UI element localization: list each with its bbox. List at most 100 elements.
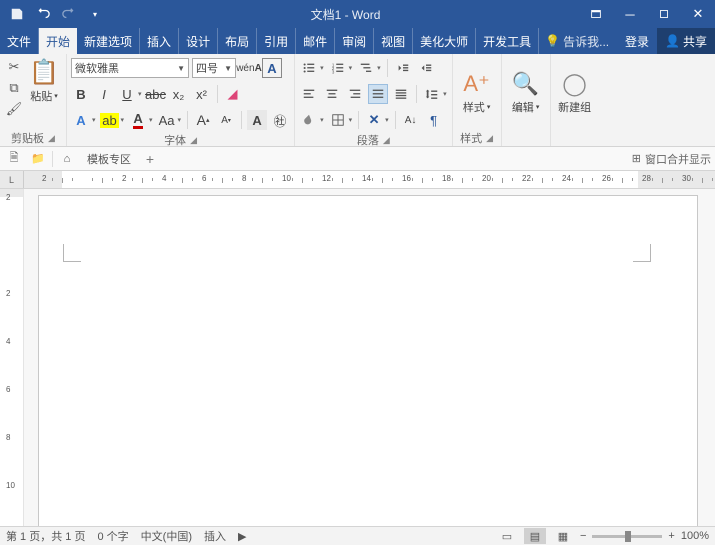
subscript-button[interactable]: x₂ — [169, 84, 189, 104]
chevron-down-icon[interactable]: ▾ — [120, 116, 126, 124]
tab-mailings[interactable]: 邮件 — [296, 28, 335, 54]
cut-icon[interactable]: ✂ — [4, 58, 24, 76]
macro-indicator[interactable]: ▶ — [238, 530, 246, 543]
styles-button[interactable]: A⁺ 样式▾ — [457, 56, 497, 130]
change-case-button[interactable]: Aa — [157, 110, 177, 130]
tab-home[interactable]: 开始 — [39, 28, 77, 54]
tab-design[interactable]: 设计 — [179, 28, 218, 54]
page-area[interactable] — [24, 189, 715, 526]
ruler-scale[interactable]: 224681012141618202224262830 — [24, 171, 715, 188]
align-center-button[interactable] — [322, 84, 342, 104]
align-right-button[interactable] — [345, 84, 365, 104]
show-marks-button[interactable]: ¶ — [424, 110, 444, 130]
chevron-down-icon[interactable]: ▾ — [319, 116, 325, 124]
new-doc-icon[interactable]: 🗎 — [4, 150, 24, 168]
shading-button[interactable] — [299, 110, 319, 130]
tab-references[interactable]: 引用 — [257, 28, 296, 54]
copy-icon[interactable]: ⧉ — [4, 79, 24, 97]
chevron-down-icon[interactable]: ▾ — [376, 64, 382, 72]
phonetic-guide-button[interactable]: wénA — [239, 58, 259, 78]
open-folder-icon[interactable]: 📁 — [28, 150, 48, 168]
read-mode-icon[interactable]: ▭ — [496, 528, 518, 544]
underline-button[interactable]: U — [117, 84, 137, 104]
align-justify-button[interactable] — [368, 84, 388, 104]
ribbon-options-icon[interactable] — [579, 0, 613, 28]
add-tab-icon[interactable]: + — [141, 150, 159, 168]
chevron-down-icon[interactable]: ▾ — [177, 116, 183, 124]
save-icon[interactable] — [6, 3, 28, 25]
chevron-down-icon[interactable]: ▼ — [173, 64, 185, 73]
chevron-down-icon[interactable]: ▾ — [384, 116, 390, 124]
font-name-combo[interactable]: 微软雅黑▼ — [71, 58, 189, 78]
font-size-combo[interactable]: 四号▼ — [192, 58, 236, 78]
chevron-down-icon[interactable]: ▼ — [220, 64, 232, 73]
chevron-down-icon[interactable]: ▾ — [91, 116, 97, 124]
vertical-ruler[interactable]: 2246810 — [0, 189, 24, 526]
tab-file[interactable]: 文件 — [0, 28, 39, 54]
print-layout-icon[interactable]: ▤ — [524, 528, 546, 544]
numbering-button[interactable]: 123 — [328, 58, 348, 78]
tab-review[interactable]: 审阅 — [335, 28, 374, 54]
close-icon[interactable]: ✕ — [681, 0, 715, 28]
character-shading-button[interactable]: A — [247, 110, 267, 130]
text-effects-button[interactable]: A — [71, 110, 91, 130]
font-color-button[interactable]: A — [128, 110, 148, 130]
maximize-icon[interactable] — [647, 0, 681, 28]
tell-me[interactable]: 💡告诉我... — [539, 28, 615, 54]
character-border-button[interactable]: A — [262, 58, 282, 78]
grow-font-button[interactable]: A▴ — [193, 110, 213, 130]
styles-launcher-icon[interactable]: ◢ — [486, 133, 493, 144]
language-indicator[interactable]: 中文(中国) — [141, 528, 192, 544]
highlight-button[interactable]: ab — [100, 110, 120, 130]
clear-formatting-button[interactable]: ◢ — [223, 84, 243, 104]
font-launcher-icon[interactable]: ◢ — [190, 135, 197, 146]
zoom-out-icon[interactable]: − — [580, 530, 586, 542]
superscript-button[interactable]: x² — [192, 84, 212, 104]
decrease-indent-button[interactable] — [393, 58, 413, 78]
qat-customize-icon[interactable]: ▾ — [84, 3, 106, 25]
asian-layout-button[interactable]: ✕ — [364, 110, 384, 130]
zoom-thumb[interactable] — [625, 531, 631, 542]
merge-windows-icon[interactable]: ⊞ — [632, 152, 641, 165]
zoom-slider[interactable] — [592, 535, 662, 538]
tab-layout[interactable]: 布局 — [218, 28, 257, 54]
chevron-down-icon[interactable]: ▾ — [148, 116, 154, 124]
ruler-corner[interactable]: L — [0, 171, 24, 188]
chevron-down-icon[interactable]: ▾ — [348, 116, 354, 124]
chevron-down-icon[interactable]: ▾ — [348, 64, 354, 72]
zoom-in-icon[interactable]: + — [668, 530, 674, 542]
format-painter-icon[interactable]: 🖌 — [4, 100, 24, 118]
merge-windows-label[interactable]: 窗口合并显示 — [645, 151, 711, 167]
page-indicator[interactable]: 第 1 页，共 1 页 — [6, 528, 85, 544]
tab-view[interactable]: 视图 — [374, 28, 413, 54]
chevron-down-icon[interactable]: ▾ — [319, 64, 325, 72]
home-icon[interactable]: ⌂ — [57, 150, 77, 168]
enclose-characters-button[interactable]: ㊓ — [270, 110, 290, 130]
share-button[interactable]: 👤共享 — [657, 28, 715, 54]
horizontal-ruler[interactable]: L 224681012141618202224262830 — [0, 171, 715, 189]
minimize-icon[interactable]: ─ — [613, 0, 647, 28]
italic-button[interactable]: I — [94, 84, 114, 104]
increase-indent-button[interactable] — [416, 58, 436, 78]
web-layout-icon[interactable]: ▦ — [552, 528, 574, 544]
insert-mode[interactable]: 插入 — [204, 528, 226, 544]
shrink-font-button[interactable]: A▾ — [216, 110, 236, 130]
paste-button[interactable]: 📋 粘贴▾ — [26, 56, 62, 104]
login-button[interactable]: 登录 — [617, 28, 657, 54]
newgroup-button[interactable]: ◯ 新建组 — [555, 56, 595, 130]
templates-tab[interactable]: 模板专区 — [81, 151, 137, 167]
bullets-button[interactable] — [299, 58, 319, 78]
undo-icon[interactable] — [32, 3, 54, 25]
redo-icon[interactable] — [58, 3, 80, 25]
tab-developer[interactable]: 开发工具 — [476, 28, 539, 54]
paper[interactable] — [38, 195, 698, 526]
chevron-down-icon[interactable]: ▾ — [137, 90, 143, 98]
multilevel-list-button[interactable] — [356, 58, 376, 78]
sort-button[interactable]: A↓ — [401, 110, 421, 130]
align-distributed-button[interactable] — [391, 84, 411, 104]
line-spacing-button[interactable] — [422, 84, 442, 104]
bold-button[interactable]: B — [71, 84, 91, 104]
borders-button[interactable] — [328, 110, 348, 130]
align-left-button[interactable] — [299, 84, 319, 104]
strikethrough-button[interactable]: abc — [146, 84, 166, 104]
